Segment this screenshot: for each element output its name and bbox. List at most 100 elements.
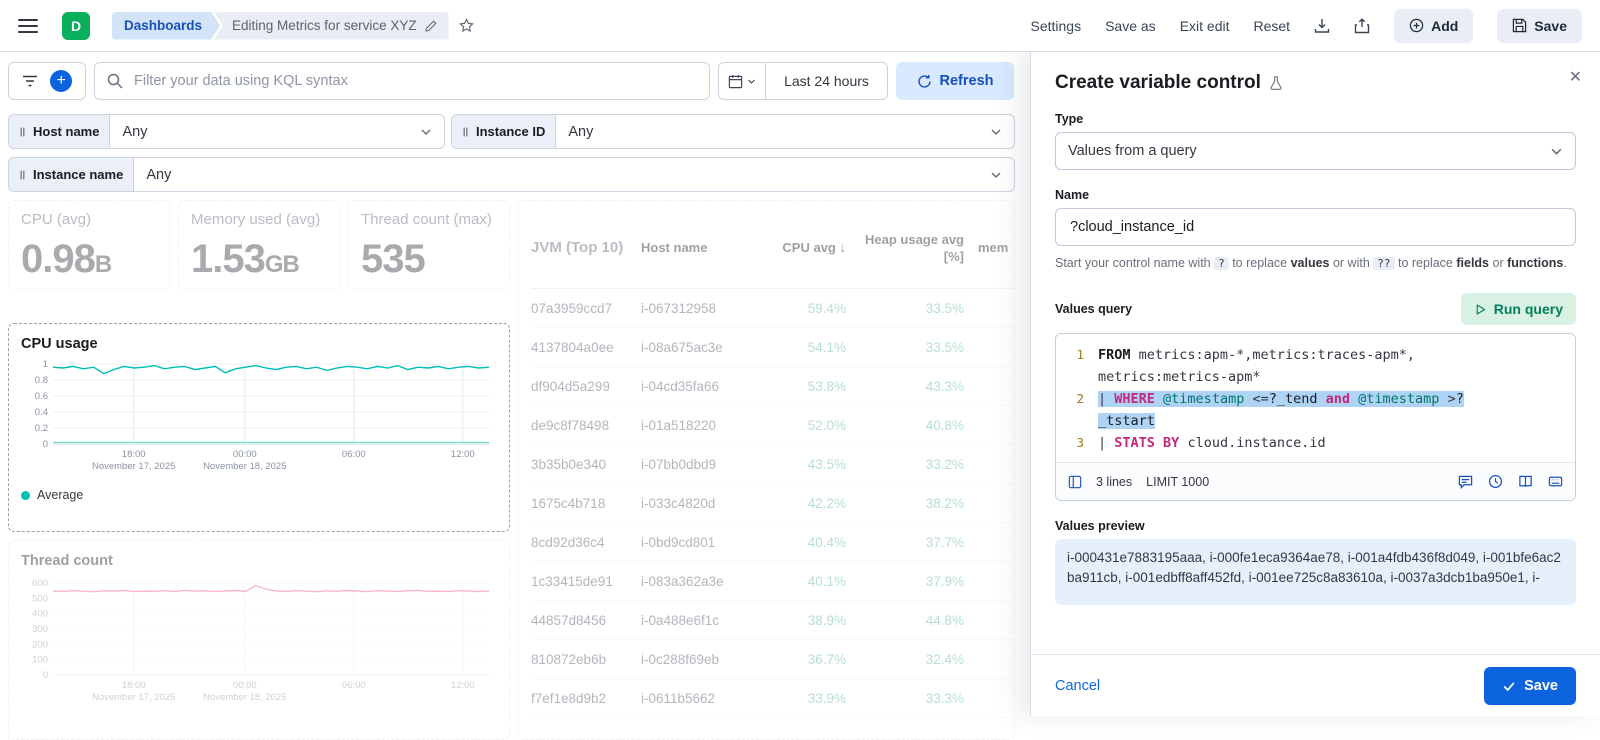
svg-text:06:00: 06:00 [342, 680, 366, 691]
thread-count-chart[interactable]: 0 100 200 300 400 500 600 18:00 November 17, 202… [21, 577, 497, 707]
create-variable-control-flyout: ✕ Create variable control Type Values fr… [1030, 52, 1600, 716]
table-row: f7ef1e8d9b2 i-0611b5662 33.9% 33.3% [531, 679, 1014, 718]
edit-pencil-icon[interactable] [424, 19, 437, 32]
feedback-icon[interactable] [1458, 474, 1473, 490]
svg-text:0.8: 0.8 [35, 375, 48, 386]
svg-text:November 18, 2025: November 18, 2025 [203, 461, 286, 472]
breadcrumb-dashboards[interactable]: Dashboards [112, 12, 220, 40]
esql-editor-lines[interactable]: 1 FROM metrics:apm-*,metrics:traces-apm*,… [1056, 334, 1575, 462]
share-icon[interactable] [1354, 17, 1370, 34]
column-header-mem[interactable]: mem [964, 240, 1010, 256]
add-filter-icon[interactable]: + [50, 70, 73, 92]
save-disk-icon [1512, 18, 1527, 33]
table-row: df904d5a299 i-04cd35fa66 53.8% 43.3% [531, 367, 1014, 406]
calendar-quick-select[interactable] [719, 63, 766, 99]
instance-id-dropdown[interactable]: Any [556, 115, 1014, 148]
svg-text:November 17, 2025: November 17, 2025 [92, 461, 175, 472]
settings-link[interactable]: Settings [1031, 18, 1082, 34]
drag-handle-icon[interactable] [19, 126, 26, 138]
column-header-heap[interactable]: Heap usage avg [%] [846, 232, 964, 265]
name-label: Name [1055, 188, 1090, 202]
chart-legend[interactable]: Average [21, 488, 497, 502]
kql-search-bar[interactable] [94, 62, 710, 100]
search-input[interactable] [132, 72, 697, 90]
metric-panel-cpu-avg[interactable]: CPU (avg) 0.98B [8, 200, 170, 290]
date-picker: Last 24 hours [718, 62, 888, 100]
svg-text:600: 600 [32, 578, 48, 589]
space-avatar[interactable]: D [62, 11, 90, 40]
values-query-label: Values query [1055, 302, 1133, 317]
run-query-button[interactable]: Run query [1460, 293, 1576, 326]
svg-text:0.4: 0.4 [35, 407, 48, 418]
control-instance-id: Instance ID Any [451, 114, 1015, 149]
check-icon [1502, 679, 1516, 693]
download-icon[interactable] [1314, 18, 1330, 34]
drag-handle-icon[interactable] [19, 169, 26, 181]
editor-footer: 3 lines LIMIT 1000 [1056, 462, 1575, 501]
save-dashboard-button[interactable]: Save [1497, 8, 1582, 43]
thread-count-panel[interactable]: Thread count 0 100 200 300 400 500 600 18:00 Nov… [8, 540, 510, 740]
line-count: 3 lines [1096, 474, 1133, 489]
metric-value: 1.53GB [191, 237, 300, 281]
table-row: 8cd92d36c4 i-0bd9cd801 40.4% 37.7% [531, 523, 1014, 562]
refresh-button[interactable]: Refresh [896, 62, 1014, 100]
host-name-dropdown[interactable]: Any [110, 115, 444, 148]
panel-title: JVM (Top 10) [531, 239, 624, 257]
svg-text:0.2: 0.2 [35, 423, 48, 434]
favorite-star-icon[interactable] [458, 18, 474, 33]
query-history-icon[interactable] [1488, 474, 1503, 489]
flyout-title: Create variable control [1055, 72, 1261, 93]
esql-editor[interactable]: 1 FROM metrics:apm-*,metrics:traces-apm*,… [1055, 333, 1576, 502]
table-row: 1675c4b718 i-033c4820d 42.2% 38.2% [531, 484, 1014, 523]
table-row: 07a3959ccd7 i-067312958 59.4% 33.5% [531, 289, 1014, 328]
metric-value: 535 [361, 237, 426, 281]
drag-handle-icon[interactable] [462, 126, 469, 138]
time-range-button[interactable]: Last 24 hours [766, 73, 887, 89]
jvm-table-header: JVM (Top 10) Host name CPU avg ↓ Heap us… [531, 209, 1014, 289]
svg-text:12:00: 12:00 [451, 680, 475, 691]
breadcrumb-current[interactable]: Editing Metrics for service XYZ [214, 11, 449, 40]
instance-name-dropdown[interactable]: Any [134, 158, 1014, 191]
table-row: 3b35b0e340 i-07bb0dbd9 43.5% 33.2% [531, 445, 1014, 484]
metric-panel-memory-used[interactable]: Memory used (avg) 1.53GB [178, 200, 340, 290]
editor-submit-icon[interactable] [1068, 475, 1082, 489]
column-header-host[interactable]: Host name [641, 240, 756, 256]
table-row: 810872eb6b i-0c288f69eb 36.7% 32.4% [531, 640, 1014, 679]
svg-text:100: 100 [32, 655, 48, 666]
column-header-cpu-avg[interactable]: CPU avg ↓ [756, 240, 846, 256]
documentation-icon[interactable] [1518, 474, 1533, 489]
flyout-footer: Cancel Save [1031, 654, 1600, 716]
table-row: de9c8f78498 i-01a518220 52.0% 40.8% [531, 406, 1014, 445]
add-panel-button[interactable]: Add [1394, 8, 1474, 43]
svg-text:18:00: 18:00 [122, 680, 146, 691]
svg-text:12:00: 12:00 [451, 449, 475, 460]
cpu-usage-panel[interactable]: CPU usage 0 0.2 0.4 0.6 0.8 1 18:00 November 17… [8, 323, 510, 532]
play-icon [1474, 303, 1487, 316]
menu-icon[interactable] [18, 18, 38, 33]
top-navigation-bar: D Dashboards Editing Metrics for service… [0, 0, 1600, 52]
chevron-down-icon [990, 169, 1002, 181]
svg-text:0.6: 0.6 [35, 391, 48, 402]
svg-text:500: 500 [32, 593, 48, 604]
type-select[interactable]: Values from a query [1055, 132, 1576, 170]
jvm-top10-panel[interactable]: JVM (Top 10) Host name CPU avg ↓ Heap us… [518, 200, 1015, 740]
values-preview-box: i-000431e7883195aaa, i-000fe1eca9364ae78… [1055, 539, 1576, 606]
cpu-usage-chart[interactable]: 0 0.2 0.4 0.6 0.8 1 18:00 November 17, 2025 00:0… [21, 358, 497, 476]
close-icon[interactable]: ✕ [1569, 70, 1582, 86]
svg-text:300: 300 [32, 624, 48, 635]
cancel-button[interactable]: Cancel [1055, 678, 1100, 694]
flyout-save-button[interactable]: Save [1484, 666, 1576, 705]
svg-text:00:00: 00:00 [233, 680, 257, 691]
breadcrumb: Dashboards Editing Metrics for service X… [112, 11, 474, 40]
save-as-link[interactable]: Save as [1105, 18, 1156, 34]
reset-link[interactable]: Reset [1254, 18, 1291, 34]
keyboard-shortcuts-icon[interactable] [1548, 474, 1563, 489]
filter-icon[interactable] [22, 74, 38, 88]
control-name-input[interactable] [1068, 218, 1563, 236]
exit-edit-link[interactable]: Exit edit [1180, 18, 1230, 34]
metric-panel-thread-count[interactable]: Thread count (max) 535 [348, 200, 510, 290]
svg-text:1: 1 [43, 359, 48, 370]
control-instance-name: Instance name Any [8, 157, 1015, 192]
table-row: 44857d8456 i-0a488e6f1c 38.9% 44.8% [531, 601, 1014, 640]
legend-dot [21, 490, 30, 500]
